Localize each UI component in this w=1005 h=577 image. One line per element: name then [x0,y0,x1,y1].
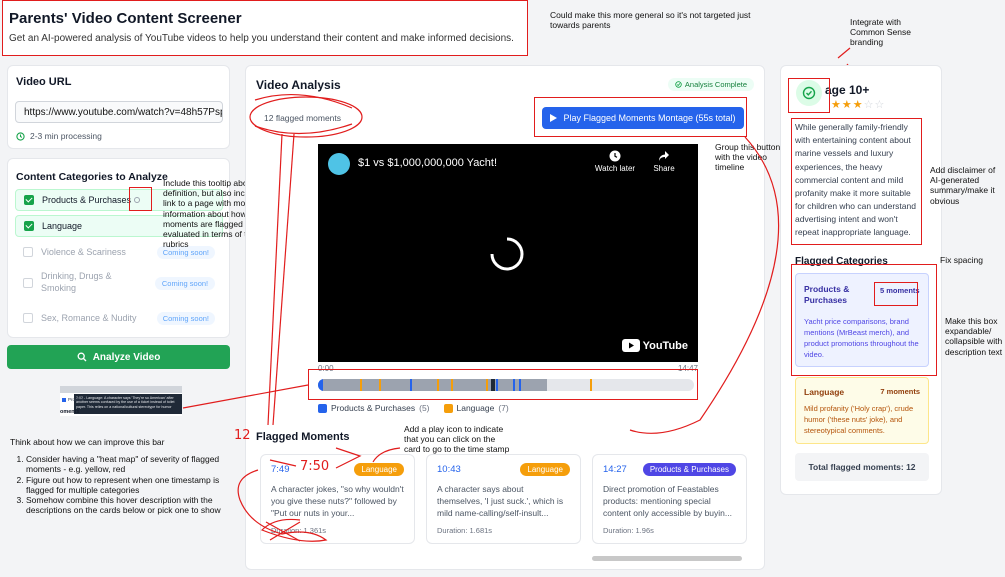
star-icon: ★ [841,99,853,111]
star-rating: ★★★☆☆ [831,98,885,111]
flagged-category-language[interactable]: Language 7 moments Mild profanity ('Holy… [795,377,929,444]
annotation-expandable: Make this box expandable/ collapsible wi… [945,316,1003,357]
total-flagged: Total flagged moments: 12 [795,453,929,481]
star-empty-icon: ☆ [863,99,875,111]
flagged-category-count: 7 moments [880,387,920,396]
star-empty-icon: ☆ [874,99,886,111]
star-icon: ★ [852,99,864,111]
annotation-disclaimer: Add disclaimer of AI-generated summary/m… [930,165,996,206]
flagged-category-name: Language [804,387,845,397]
flagged-category-desc: Mild profanity ('Holy crap'), crude humo… [804,404,914,435]
annotation-box-category [791,264,937,376]
annotation-spacing: Fix spacing [940,255,983,265]
star-icon: ★ [831,99,842,111]
annotation-box-badge [788,78,830,113]
age-rating: age 10+ [825,83,870,97]
annotation-box-count [874,282,918,306]
annotation-box-summary [791,118,922,245]
